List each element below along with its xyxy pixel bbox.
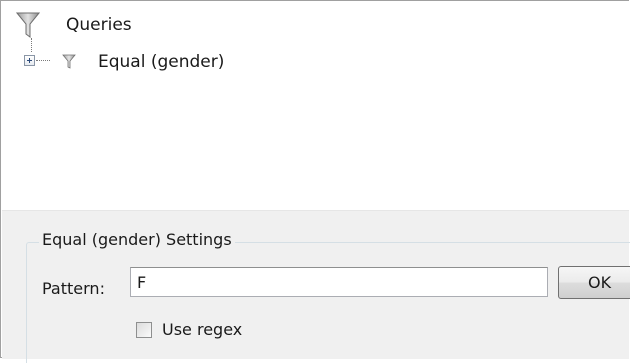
funnel-icon xyxy=(62,51,76,71)
pattern-input[interactable] xyxy=(130,267,548,297)
settings-group-title: Equal (gender) Settings xyxy=(39,230,235,250)
use-regex-checkbox[interactable] xyxy=(136,322,152,338)
query-window: Queries Equal (gender) Equal (gender) Se… xyxy=(0,0,630,363)
pattern-label: Pattern: xyxy=(42,279,105,298)
query-tree: Queries Equal (gender) xyxy=(2,2,629,210)
tree-connector xyxy=(31,38,32,52)
tree-node-queries[interactable]: Queries xyxy=(15,11,132,39)
settings-groupbox xyxy=(26,242,630,363)
expand-plus-icon[interactable] xyxy=(24,55,35,66)
tree-connector xyxy=(36,60,50,61)
tree-child-label: Equal (gender) xyxy=(98,52,225,72)
ok-button[interactable]: OK xyxy=(558,266,630,299)
funnel-icon xyxy=(15,11,41,39)
settings-panel: Equal (gender) Settings Pattern: OK Use … xyxy=(2,210,630,363)
use-regex-label[interactable]: Use regex xyxy=(162,319,242,341)
tree-root-label: Queries xyxy=(66,15,132,35)
